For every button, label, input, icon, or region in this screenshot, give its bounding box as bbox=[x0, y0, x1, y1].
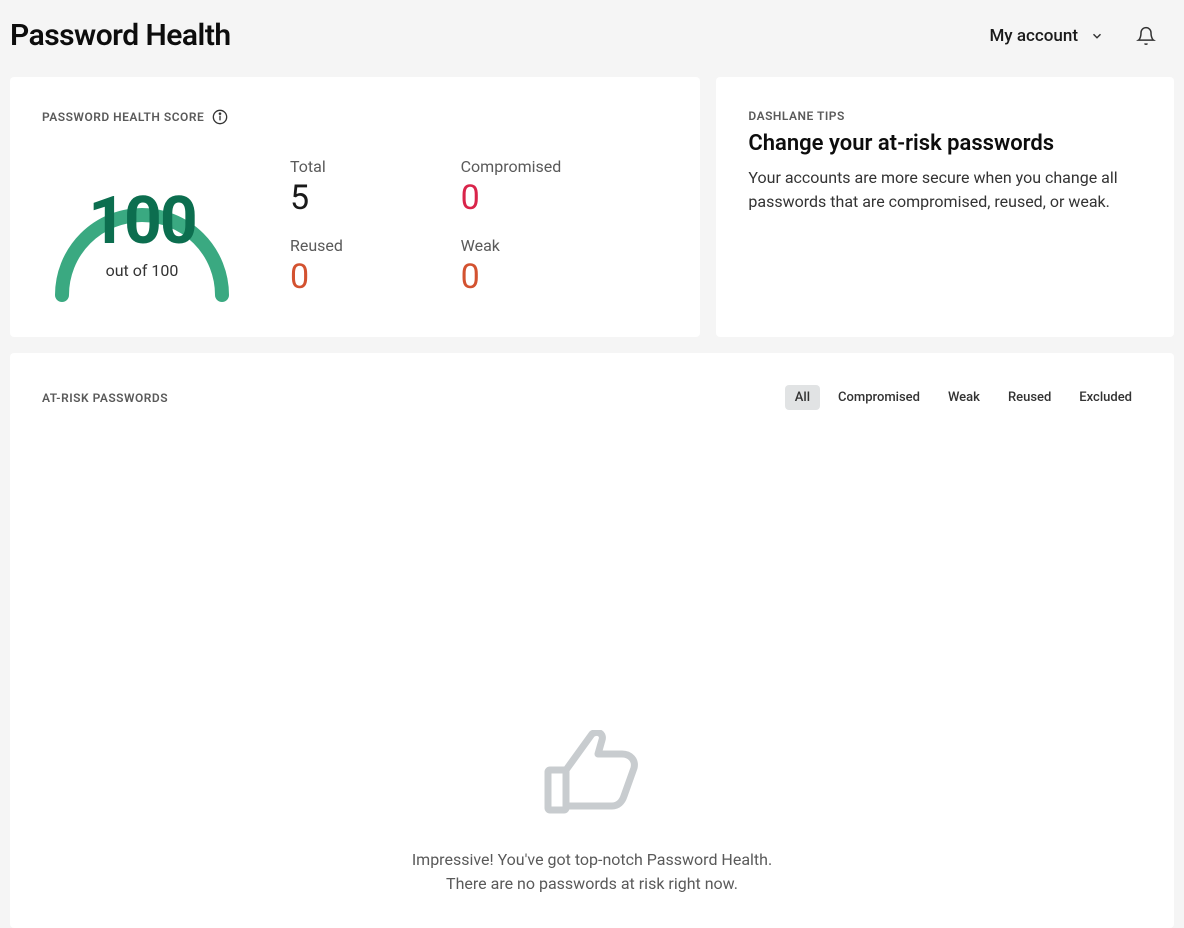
score-value: 100 bbox=[42, 189, 242, 255]
bell-icon[interactable] bbox=[1136, 26, 1156, 46]
stat-total: Total 5 bbox=[290, 157, 391, 218]
empty-line-1: Impressive! You've got top-notch Passwor… bbox=[412, 848, 772, 872]
stat-value: 0 bbox=[290, 257, 391, 297]
score-gauge: 100 out of 100 bbox=[42, 145, 242, 305]
stat-label: Weak bbox=[461, 236, 562, 255]
stat-compromised: Compromised 0 bbox=[461, 157, 562, 218]
filter-tab-weak[interactable]: Weak bbox=[938, 385, 990, 410]
filter-tabs: All Compromised Weak Reused Excluded bbox=[785, 385, 1142, 410]
empty-line-2: There are no passwords at risk right now… bbox=[446, 872, 738, 896]
score-subtext: out of 100 bbox=[42, 261, 242, 280]
stat-weak: Weak 0 bbox=[461, 236, 562, 297]
filter-tab-reused[interactable]: Reused bbox=[998, 385, 1061, 410]
thumbs-up-icon bbox=[544, 730, 640, 814]
at-risk-list-card: AT-RISK PASSWORDS All Compromised Weak R… bbox=[10, 353, 1174, 928]
filter-tab-all[interactable]: All bbox=[785, 385, 820, 410]
filter-tab-excluded[interactable]: Excluded bbox=[1069, 385, 1142, 410]
score-section-label: PASSWORD HEALTH SCORE bbox=[42, 109, 668, 125]
info-icon[interactable] bbox=[212, 109, 228, 125]
tips-body: Your accounts are more secure when you c… bbox=[748, 166, 1142, 214]
account-label: My account bbox=[989, 26, 1078, 46]
stat-reused: Reused 0 bbox=[290, 236, 391, 297]
tips-title: Change your at-risk passwords bbox=[748, 131, 1142, 156]
page-header: Password Health My account bbox=[0, 0, 1184, 77]
page-title: Password Health bbox=[10, 18, 231, 53]
tips-section-label: DASHLANE TIPS bbox=[748, 109, 1142, 123]
stats-grid: Total 5 Compromised 0 Reused 0 Weak 0 bbox=[290, 157, 561, 297]
tips-card: DASHLANE TIPS Change your at-risk passwo… bbox=[716, 77, 1174, 337]
stat-value: 5 bbox=[290, 178, 391, 218]
score-card: PASSWORD HEALTH SCORE 100 out of 100 bbox=[10, 77, 700, 337]
stat-label: Total bbox=[290, 157, 391, 176]
empty-state: Impressive! You've got top-notch Passwor… bbox=[42, 730, 1142, 896]
chevron-down-icon bbox=[1090, 29, 1104, 43]
stat-value: 0 bbox=[461, 178, 562, 218]
stat-label: Reused bbox=[290, 236, 391, 255]
account-dropdown[interactable]: My account bbox=[989, 26, 1104, 46]
at-risk-section-label: AT-RISK PASSWORDS bbox=[42, 391, 168, 405]
stat-value: 0 bbox=[461, 257, 562, 297]
filter-tab-compromised[interactable]: Compromised bbox=[828, 385, 930, 410]
stat-label: Compromised bbox=[461, 157, 562, 176]
header-actions: My account bbox=[989, 26, 1156, 46]
